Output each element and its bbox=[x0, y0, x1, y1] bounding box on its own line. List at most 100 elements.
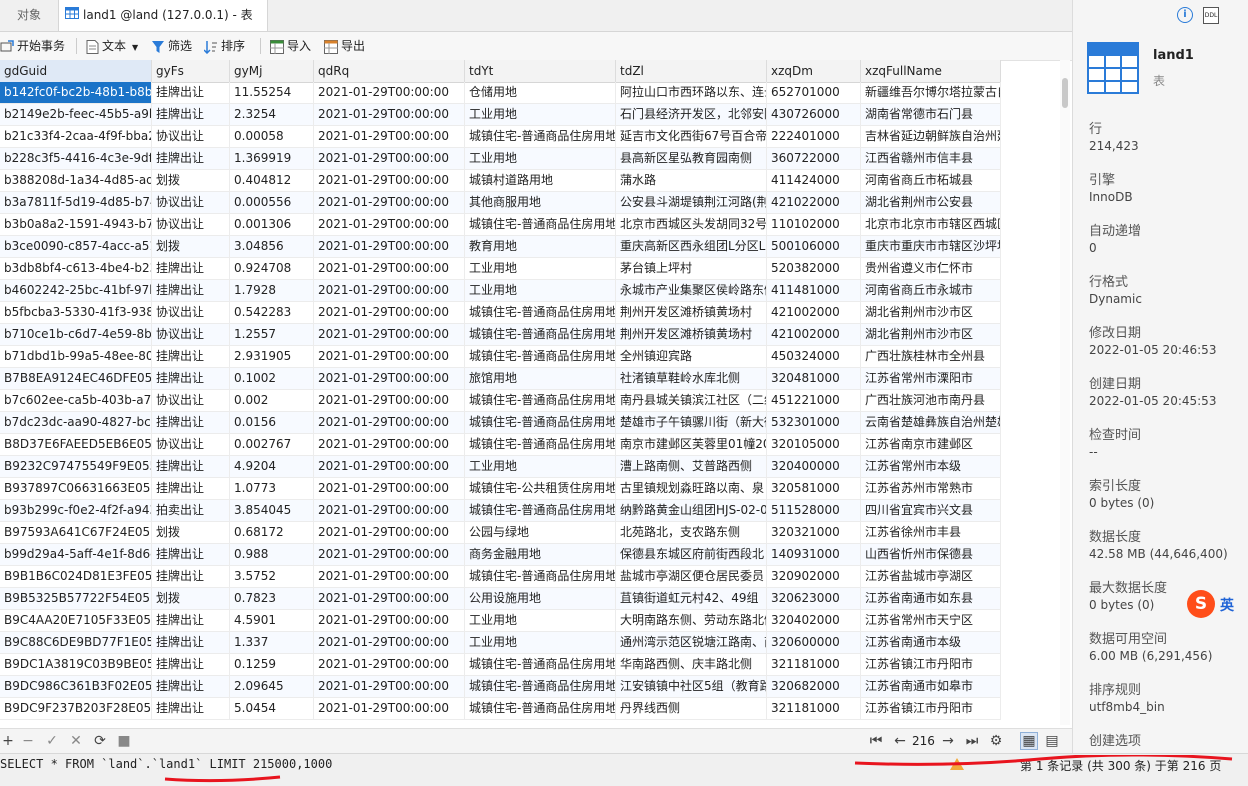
table-row[interactable]: b3b0a8a2-1591-4943-b7c 协议出让 0.001306 2021-0… bbox=[0, 214, 1001, 236]
cell-gyMj[interactable]: 5.0454 bbox=[230, 698, 314, 719]
table-row[interactable]: b93b299c-f0e2-4f2f-a943 拍卖出让 3.854045 2021-… bbox=[0, 500, 1001, 522]
cell-xzqDm[interactable]: 320581000 bbox=[767, 478, 861, 499]
cell-gyFs[interactable]: 挂牌出让 bbox=[152, 698, 230, 719]
table-row[interactable]: b3ce0090-c857-4acc-a51 划拨 3.04856 2021-01-2… bbox=[0, 236, 1001, 258]
cell-gyMj[interactable]: 1.7928 bbox=[230, 280, 314, 301]
table-row[interactable]: B9B1B6C024D81E3FE0550 挂牌出让 3.5752 2021-01-2… bbox=[0, 566, 1001, 588]
cell-gyFs[interactable]: 挂牌出让 bbox=[152, 456, 230, 477]
cell-tdYt[interactable]: 城镇村道路用地 bbox=[465, 170, 616, 191]
cell-tdZl[interactable]: 永城市产业集聚区侯岭路东侧 bbox=[616, 280, 767, 301]
table-row[interactable]: B9DC1A3819C03B9BE0550挂牌出让0.12592021-01-2… bbox=[0, 654, 1001, 676]
cell-xzqFullName[interactable]: 广西壮族河池市南丹县 bbox=[861, 390, 1001, 411]
column-header-qdRq[interactable]: qdRq bbox=[314, 60, 465, 82]
cell-gdGuid[interactable]: b93b299c-f0e2-4f2f-a943 bbox=[0, 500, 152, 521]
cell-tdZl[interactable]: 延吉市文化西街67号百合帝 bbox=[616, 126, 767, 147]
grid-view-icon[interactable]: ▦ bbox=[1020, 732, 1038, 750]
cell-tdYt[interactable]: 城镇住宅-普通商品住房用地 bbox=[465, 346, 616, 367]
cell-gdGuid[interactable]: b2149e2b-feec-45b5-a9b bbox=[0, 104, 152, 125]
cell-gyMj[interactable]: 0.542283 bbox=[230, 302, 314, 323]
cell-xzqDm[interactable]: 320402000 bbox=[767, 610, 861, 631]
cell-gyMj[interactable]: 2.931905 bbox=[230, 346, 314, 367]
table-row[interactable]: B937897C06631663E0550 挂牌出让 1.0773 2021-01-2… bbox=[0, 478, 1001, 500]
cell-gyMj[interactable]: 0.68172 bbox=[230, 522, 314, 543]
cell-xzqFullName[interactable]: 江西省赣州市信丰县 bbox=[861, 148, 1001, 169]
cell-gyMj[interactable]: 0.00058 bbox=[230, 126, 314, 147]
cell-gdGuid[interactable]: b7c602ee-ca5b-403b-a70 bbox=[0, 390, 152, 411]
cell-qdRq[interactable]: 2021-01-29T00:00:00 bbox=[314, 412, 465, 433]
cell-tdYt[interactable]: 城镇住宅-普通商品住房用地 bbox=[465, 698, 616, 719]
filter-button[interactable]: 筛选 bbox=[151, 36, 192, 56]
cell-gdGuid[interactable]: B9DC9F237B203F28E0550 bbox=[0, 698, 152, 719]
cell-tdYt[interactable]: 城镇住宅-普通商品住房用地 bbox=[465, 566, 616, 587]
cell-gdGuid[interactable]: B9C88C6DE9BD77F1E0550 bbox=[0, 632, 152, 653]
cell-tdYt[interactable]: 工业用地 bbox=[465, 104, 616, 125]
cell-qdRq[interactable]: 2021-01-29T00:00:00 bbox=[314, 544, 465, 565]
cell-gdGuid[interactable]: B9DC986C361B3F02E0550 bbox=[0, 676, 152, 697]
prev-page-icon[interactable]: ← bbox=[892, 733, 908, 749]
cell-xzqDm[interactable]: 320623000 bbox=[767, 588, 861, 609]
cell-gyFs[interactable]: 划拨 bbox=[152, 522, 230, 543]
cell-qdRq[interactable]: 2021-01-29T00:00:00 bbox=[314, 390, 465, 411]
cell-qdRq[interactable]: 2021-01-29T00:00:00 bbox=[314, 280, 465, 301]
cell-tdYt[interactable]: 城镇住宅-普通商品住房用地 bbox=[465, 654, 616, 675]
cell-gyFs[interactable]: 挂牌出让 bbox=[152, 632, 230, 653]
cell-gyFs[interactable]: 挂牌出让 bbox=[152, 412, 230, 433]
cell-qdRq[interactable]: 2021-01-29T00:00:00 bbox=[314, 676, 465, 697]
cell-tdZl[interactable]: 阿拉山口市西环路以东、连云 bbox=[616, 82, 767, 103]
cell-gyFs[interactable]: 挂牌出让 bbox=[152, 368, 230, 389]
cell-xzqFullName[interactable]: 河南省商丘市永城市 bbox=[861, 280, 1001, 301]
cell-xzqDm[interactable]: 222401000 bbox=[767, 126, 861, 147]
tab-objects[interactable]: 对象 bbox=[0, 0, 58, 31]
cell-xzqDm[interactable]: 360722000 bbox=[767, 148, 861, 169]
cell-qdRq[interactable]: 2021-01-29T00:00:00 bbox=[314, 654, 465, 675]
cell-gyMj[interactable]: 3.854045 bbox=[230, 500, 314, 521]
cell-gyMj[interactable]: 11.55254 bbox=[230, 82, 314, 103]
cell-tdYt[interactable]: 工业用地 bbox=[465, 610, 616, 631]
cell-xzqDm[interactable]: 320682000 bbox=[767, 676, 861, 697]
cell-qdRq[interactable]: 2021-01-29T00:00:00 bbox=[314, 566, 465, 587]
cell-xzqDm[interactable]: 430726000 bbox=[767, 104, 861, 125]
cell-tdYt[interactable]: 城镇住宅-普通商品住房用地 bbox=[465, 126, 616, 147]
cell-gdGuid[interactable]: b5fbcba3-5330-41f3-9384 bbox=[0, 302, 152, 323]
table-row[interactable]: B7B8EA9124EC46DFE0550 挂牌出让 0.1002 2021-01-2… bbox=[0, 368, 1001, 390]
cell-xzqDm[interactable]: 511528000 bbox=[767, 500, 861, 521]
table-row[interactable]: b7dc23dc-aa90-4827-bce 挂牌出让 0.0156 2021-01-… bbox=[0, 412, 1001, 434]
cell-qdRq[interactable]: 2021-01-29T00:00:00 bbox=[314, 698, 465, 719]
cell-xzqDm[interactable]: 320902000 bbox=[767, 566, 861, 587]
cell-gyFs[interactable]: 划拨 bbox=[152, 588, 230, 609]
cell-gdGuid[interactable]: b71dbd1b-99a5-48ee-80c bbox=[0, 346, 152, 367]
cell-xzqFullName[interactable]: 江苏省镇江市丹阳市 bbox=[861, 698, 1001, 719]
table-row[interactable]: b3db8bf4-c613-4be4-b23 挂牌出让 0.924708 2021-0… bbox=[0, 258, 1001, 280]
cell-xzqFullName[interactable]: 贵州省遵义市仁怀市 bbox=[861, 258, 1001, 279]
cell-tdYt[interactable]: 教育用地 bbox=[465, 236, 616, 257]
cell-gyMj[interactable]: 1.337 bbox=[230, 632, 314, 653]
cell-xzqDm[interactable]: 532301000 bbox=[767, 412, 861, 433]
cell-gyFs[interactable]: 挂牌出让 bbox=[152, 280, 230, 301]
last-page-icon[interactable]: ⏭ bbox=[964, 733, 980, 749]
cell-tdZl[interactable]: 丹界线西侧 bbox=[616, 698, 767, 719]
cell-gyMj[interactable]: 1.369919 bbox=[230, 148, 314, 169]
ddl-icon[interactable]: DDL bbox=[1203, 7, 1219, 24]
cell-qdRq[interactable]: 2021-01-29T00:00:00 bbox=[314, 500, 465, 521]
cell-gdGuid[interactable]: B9B1B6C024D81E3FE0550 bbox=[0, 566, 152, 587]
cell-gyMj[interactable]: 0.002 bbox=[230, 390, 314, 411]
cell-tdZl[interactable]: 保德县东城区府前街西段北 bbox=[616, 544, 767, 565]
cell-gyMj[interactable]: 2.3254 bbox=[230, 104, 314, 125]
cell-xzqDm[interactable]: 110102000 bbox=[767, 214, 861, 235]
cell-xzqDm[interactable]: 321181000 bbox=[767, 698, 861, 719]
cell-qdRq[interactable]: 2021-01-29T00:00:00 bbox=[314, 456, 465, 477]
cell-tdYt[interactable]: 城镇住宅-普通商品住房用地 bbox=[465, 434, 616, 455]
cell-gyFs[interactable]: 挂牌出让 bbox=[152, 544, 230, 565]
cell-tdZl[interactable]: 古里镇规划淼旺路以南、泉 bbox=[616, 478, 767, 499]
cell-gyMj[interactable]: 0.988 bbox=[230, 544, 314, 565]
cell-tdZl[interactable]: 北京市西城区头发胡同32号 bbox=[616, 214, 767, 235]
cell-gdGuid[interactable]: B9B5325B57722F54E0550 bbox=[0, 588, 152, 609]
cell-tdZl[interactable]: 南京市建邺区芙蓉里01幢20 bbox=[616, 434, 767, 455]
table-row[interactable]: B97593A641C67F24E0550 划拨 0.68172 2021-01-29… bbox=[0, 522, 1001, 544]
column-header-gyFs[interactable]: gyFs bbox=[152, 60, 230, 82]
cell-gyFs[interactable]: 挂牌出让 bbox=[152, 478, 230, 499]
table-row[interactable]: b2149e2b-feec-45b5-a9b 挂牌出让 2.3254 2021-01-… bbox=[0, 104, 1001, 126]
cell-xzqDm[interactable]: 421002000 bbox=[767, 302, 861, 323]
apply-check-icon[interactable]: ✓ bbox=[44, 733, 60, 749]
cell-xzqFullName[interactable]: 江苏省徐州市丰县 bbox=[861, 522, 1001, 543]
